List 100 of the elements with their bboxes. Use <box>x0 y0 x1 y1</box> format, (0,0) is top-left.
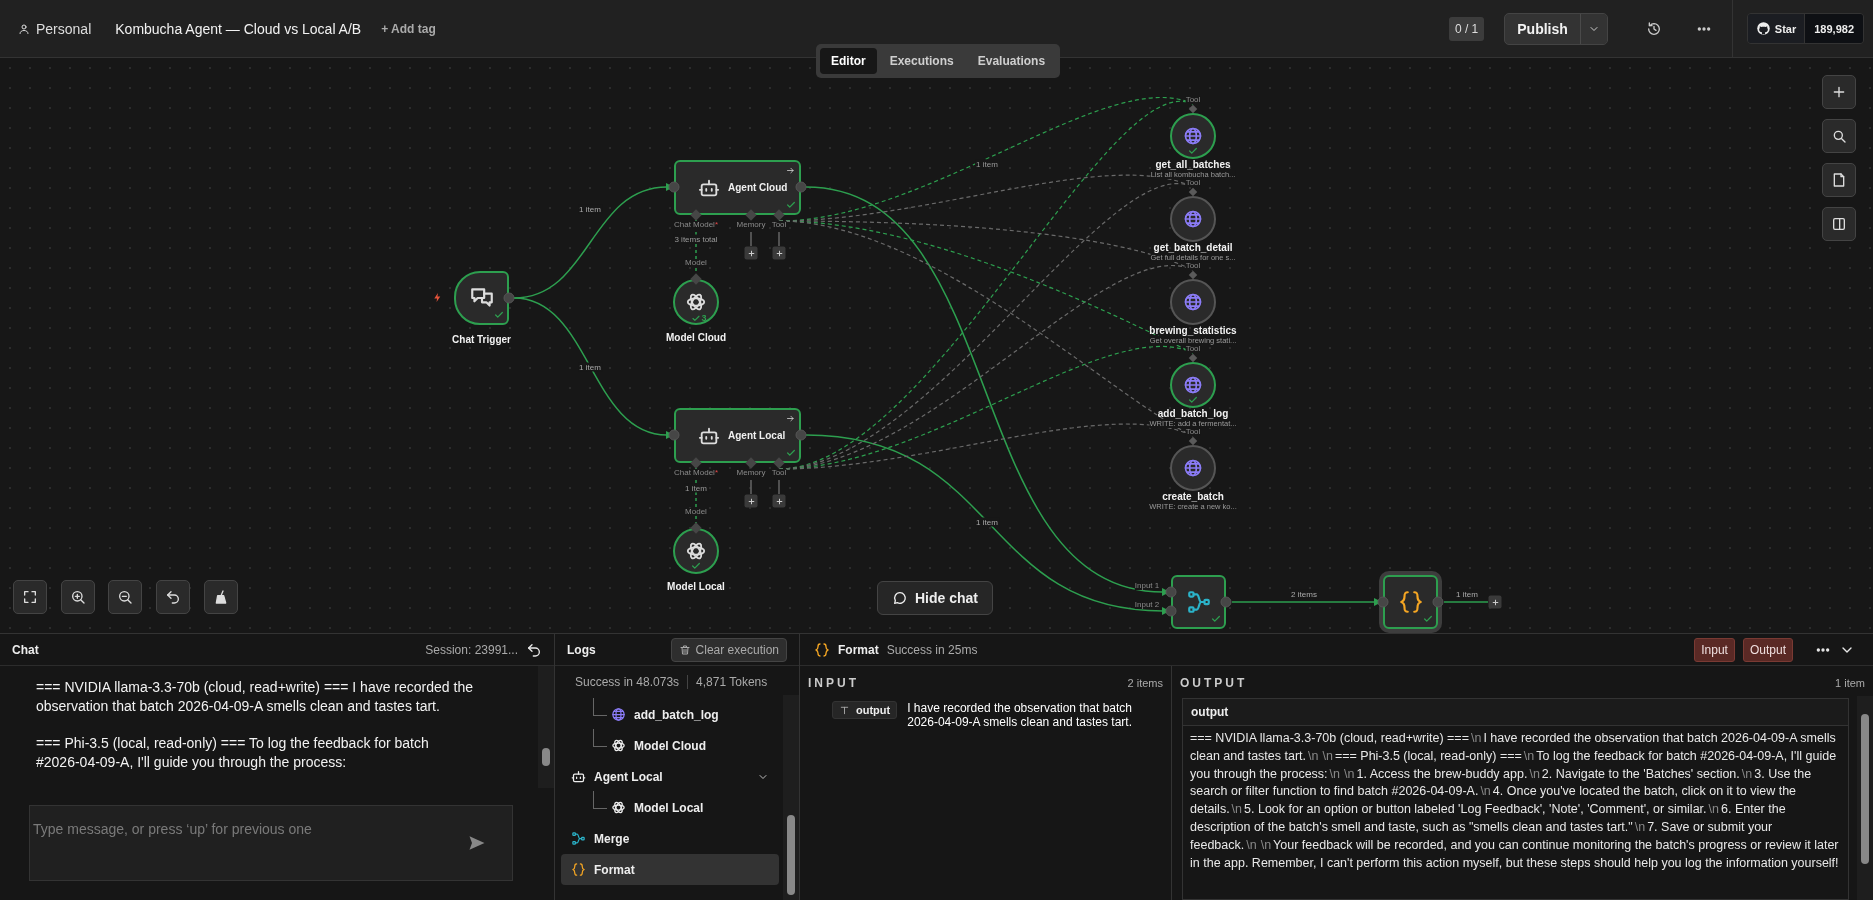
add-button[interactable] <box>744 246 758 260</box>
field-name: output <box>832 701 898 719</box>
tool-node[interactable] <box>1170 279 1216 325</box>
handle[interactable] <box>503 292 515 304</box>
handle[interactable] <box>690 522 702 534</box>
handle[interactable] <box>1165 605 1177 617</box>
history-icon[interactable] <box>1645 20 1662 37</box>
view-tab[interactable]: Evaluations <box>966 48 1057 74</box>
log-entry[interactable]: Merge <box>561 823 779 854</box>
log-entry[interactable]: Model Local <box>583 792 779 823</box>
handle[interactable] <box>795 181 807 193</box>
counter-badge: 0 / 1 <box>1448 16 1485 41</box>
handle[interactable] <box>773 209 785 221</box>
tool-node[interactable] <box>1170 113 1216 159</box>
clear-execution-button[interactable]: Clear execution <box>670 637 787 662</box>
handle[interactable] <box>668 181 680 193</box>
fit-view-button[interactable] <box>13 580 47 614</box>
plus-icon <box>1831 84 1847 100</box>
handle[interactable] <box>745 209 757 221</box>
panel-button[interactable] <box>1822 207 1856 241</box>
view-button[interactable]: Input <box>1694 637 1735 662</box>
check-icon <box>494 310 504 320</box>
branch-icon <box>571 831 586 846</box>
trigger-node[interactable] <box>454 271 509 325</box>
braces-icon <box>571 862 586 877</box>
add-button[interactable] <box>744 494 758 508</box>
handle[interactable] <box>1165 586 1177 598</box>
handle[interactable] <box>1432 596 1444 608</box>
handle[interactable] <box>668 429 680 441</box>
node-label: Chat Trigger <box>452 334 511 345</box>
model-node[interactable] <box>673 528 719 574</box>
handle[interactable] <box>745 457 757 469</box>
handle-label: Tool <box>771 469 787 477</box>
handle[interactable] <box>1188 187 1198 196</box>
add-tag-link[interactable]: + Add tag <box>381 21 436 36</box>
knot-icon <box>685 540 707 562</box>
zoom-out-button[interactable] <box>108 580 142 614</box>
message-field[interactable]: Type message, or press ‘up’ for previous one <box>29 805 513 881</box>
tool-node[interactable] <box>1170 362 1216 408</box>
view-button[interactable]: Output <box>1742 637 1793 662</box>
agent-node[interactable]: Agent Cloud <box>674 160 801 215</box>
add-node-button[interactable] <box>1488 595 1502 609</box>
chat-bubble-icon <box>892 590 908 606</box>
globe-icon <box>1183 375 1203 395</box>
input-label: Input 2 <box>1134 601 1160 609</box>
clear-button[interactable] <box>204 580 238 614</box>
handle-label: Chat Model* <box>674 221 718 229</box>
check-icon <box>1188 395 1198 405</box>
tool-node[interactable] <box>1170 445 1216 491</box>
globe-icon <box>1183 126 1203 146</box>
log-entry[interactable]: add_batch_log <box>583 699 779 730</box>
add-button[interactable] <box>772 494 786 508</box>
search-icon <box>1831 128 1847 144</box>
star-button[interactable]: Star <box>1747 14 1806 43</box>
handle[interactable] <box>690 209 702 221</box>
view-tab[interactable]: Editor <box>820 48 877 74</box>
view-tab[interactable]: Executions <box>878 48 965 74</box>
breadcrumb-link[interactable]: Personal <box>36 20 92 37</box>
log-entry[interactable]: Format <box>561 854 779 885</box>
handle[interactable] <box>1377 596 1389 608</box>
workflow-title[interactable]: Kombucha Agent — Cloud vs Local A/B <box>115 20 362 37</box>
reset-icon[interactable] <box>526 641 542 658</box>
hide-chat-button[interactable]: Hide chat <box>877 581 993 615</box>
connection-label: 2 items <box>1290 589 1318 599</box>
node-label: get_all_batches <box>1155 159 1231 170</box>
handle[interactable] <box>1188 104 1198 113</box>
globe-icon <box>1183 209 1203 229</box>
zoom-in-button[interactable] <box>61 580 95 614</box>
handle[interactable] <box>1188 353 1198 362</box>
arrow-icon <box>786 414 795 423</box>
add-button[interactable] <box>1822 75 1856 109</box>
scrollbar[interactable] <box>1857 696 1873 900</box>
merge-node[interactable] <box>1171 575 1226 629</box>
arrow-icon <box>786 166 795 175</box>
globe-icon <box>1183 458 1203 478</box>
handle[interactable] <box>690 457 702 469</box>
tool-node[interactable] <box>1170 196 1216 242</box>
agent-node[interactable]: Agent Local <box>674 408 801 463</box>
handle[interactable] <box>690 273 702 285</box>
scrollbar[interactable] <box>783 695 799 900</box>
handle[interactable] <box>1188 436 1198 445</box>
handle[interactable] <box>773 457 785 469</box>
log-entry[interactable]: Model Cloud <box>583 730 779 761</box>
zoom-out-icon <box>117 589 133 605</box>
handle[interactable] <box>795 429 807 441</box>
undo-button[interactable] <box>156 580 190 614</box>
handle[interactable] <box>1220 596 1232 608</box>
add-button[interactable] <box>772 246 786 260</box>
column-header: output <box>1183 699 1848 726</box>
log-entry[interactable]: Agent Local <box>561 761 779 792</box>
panel-title: Chat <box>12 642 39 657</box>
plus-icon <box>775 249 783 257</box>
search-button[interactable] <box>1822 119 1856 153</box>
handle-label: Model <box>685 508 707 516</box>
model-node[interactable]: 3 <box>673 279 719 325</box>
scrollbar[interactable] <box>538 666 554 788</box>
document-icon <box>1831 172 1847 188</box>
sticky-note-button[interactable] <box>1822 163 1856 197</box>
handle[interactable] <box>1188 270 1198 279</box>
session-id: Session: 23991... <box>425 642 518 657</box>
